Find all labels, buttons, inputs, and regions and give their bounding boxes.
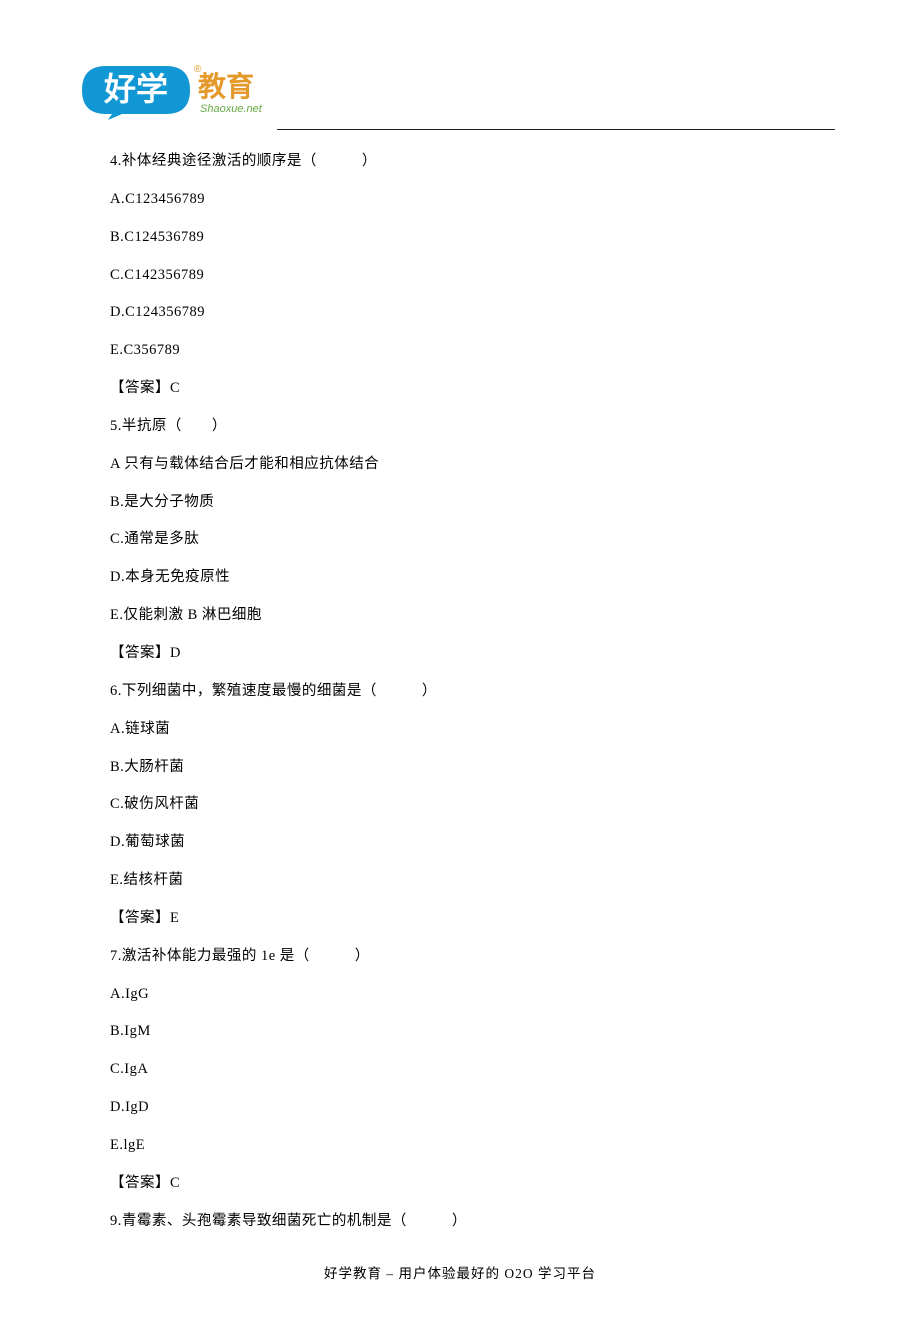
question-6-option-e: E.结核杆菌 [110, 871, 820, 890]
question-5-option-c: C.通常是多肽 [110, 530, 820, 549]
question-5-option-e: E.仅能刺激 B 淋巴细胞 [110, 606, 820, 625]
question-7-stem: 7.激活补体能力最强的 1e 是（ ） [110, 947, 820, 966]
question-4-option-a: A.C123456789 [110, 190, 820, 209]
question-6-option-b: B.大肠杆菌 [110, 758, 820, 777]
page-footer: 好学教育 – 用户体验最好的 O2O 学习平台 [0, 1262, 920, 1282]
question-6-option-a: A.链球菌 [110, 720, 820, 739]
question-4-option-e: E.C356789 [110, 341, 820, 360]
brand-logo: 好学 ® 教育 Shaoxue.net [78, 60, 268, 121]
question-7-answer: 【答案】C [110, 1174, 820, 1193]
question-4-option-c: C.C142356789 [110, 266, 820, 285]
document-page: 好学 ® 教育 Shaoxue.net 4.补体经典途径激活的顺序是（ ） A.… [0, 0, 920, 1322]
logo-domain: Shaoxue.net [200, 103, 263, 115]
question-5-option-a: A 只有与载体结合后才能和相应抗体结合 [110, 455, 820, 474]
question-9-stem: 9.青霉素、头孢霉素导致细菌死亡的机制是（ ） [110, 1212, 820, 1231]
question-5-option-b: B.是大分子物质 [110, 493, 820, 512]
question-4-option-d: D.C124356789 [110, 303, 820, 322]
question-5-answer: 【答案】D [110, 644, 820, 663]
document-body: 4.补体经典途径激活的顺序是（ ） A.C123456789 B.C124536… [110, 134, 820, 1230]
question-6-stem: 6.下列细菌中，繁殖速度最慢的细菌是（ ） [110, 682, 820, 701]
question-6-option-d: D.葡萄球菌 [110, 833, 820, 852]
logo-brand-suffix: 教育 [198, 70, 254, 102]
question-6-answer: 【答案】E [110, 909, 820, 928]
question-5-stem: 5.半抗原（ ） [110, 417, 820, 436]
question-4-stem: 4.补体经典途径激活的顺序是（ ） [110, 152, 820, 171]
question-7-option-d: D.IgD [110, 1098, 820, 1117]
question-5-option-d: D.本身无免疫原性 [110, 568, 820, 587]
logo-container: 好学 ® 教育 Shaoxue.net [78, 60, 920, 126]
question-7-option-b: B.IgM [110, 1022, 820, 1041]
header-divider [277, 129, 835, 130]
question-4-answer: 【答案】C [110, 379, 820, 398]
logo-brand-cn: 好学 [103, 71, 168, 107]
question-7-option-c: C.IgA [110, 1060, 820, 1079]
question-7-option-a: A.IgG [110, 985, 820, 1004]
question-6-option-c: C.破伤风杆菌 [110, 795, 820, 814]
question-7-option-e: E.lgE [110, 1136, 820, 1155]
question-4-option-b: B.C124536789 [110, 228, 820, 247]
